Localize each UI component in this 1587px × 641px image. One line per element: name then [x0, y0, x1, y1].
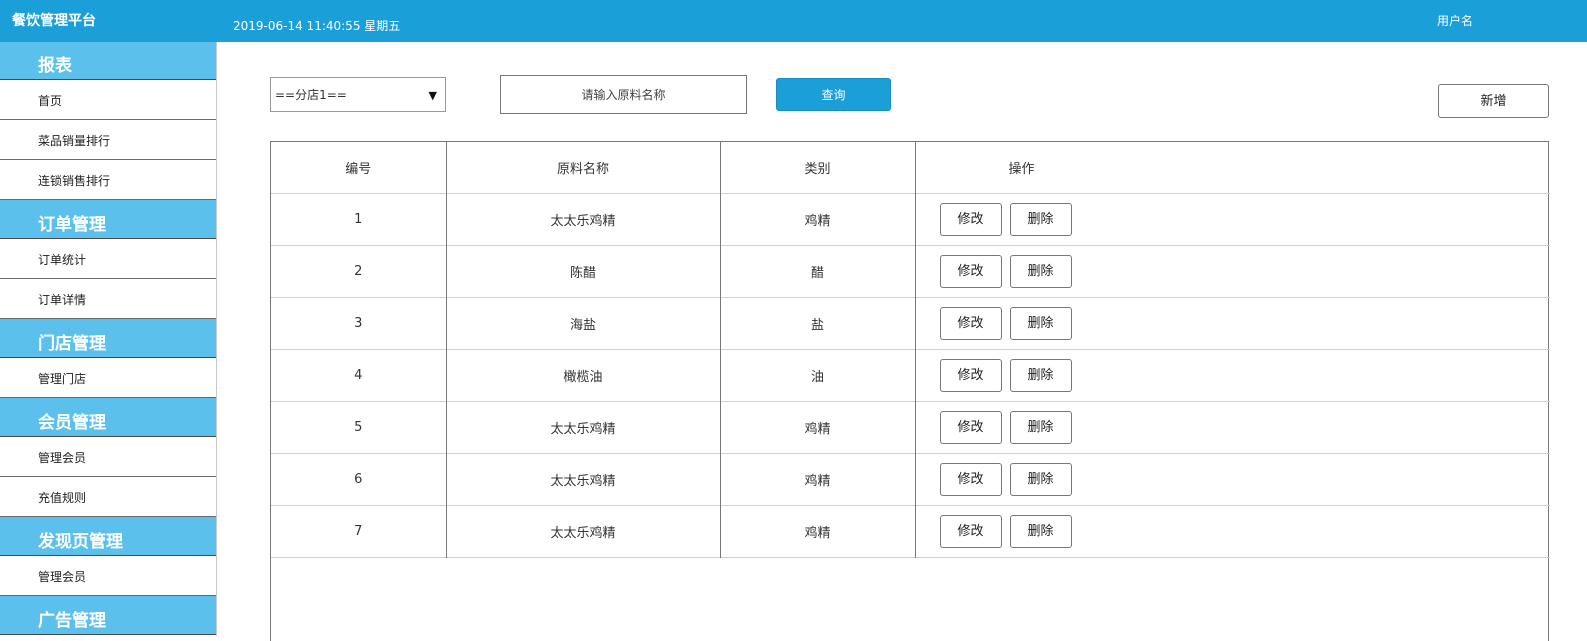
- sidebar-item-manage-members[interactable]: 管理会员: [0, 437, 216, 477]
- app-title: 餐饮管理平台: [12, 13, 96, 29]
- cell-actions: 修改 删除: [915, 349, 1550, 401]
- cell-actions: 修改 删除: [915, 193, 1550, 245]
- delete-button[interactable]: 删除: [1009, 358, 1072, 392]
- cell-name: 陈醋: [445, 245, 721, 297]
- cell-id: 2: [354, 263, 363, 279]
- cell-actions: 修改 删除: [915, 297, 1550, 349]
- table-row: 4 橄榄油油修改 删除: [271, 349, 1550, 401]
- cell-name: 太太乐鸡精: [445, 453, 721, 505]
- column-header-id: 编号: [345, 161, 372, 177]
- sidebar-section-reports: 报表: [0, 42, 216, 80]
- table-row: 3 海盐盐修改 删除: [271, 297, 1550, 349]
- delete-button[interactable]: 删除: [1009, 202, 1072, 236]
- ingredient-table: 编号 原料名称 类别 操作 1 太太乐鸡精 鸡精 修改 删除 2 陈醋醋修改 删除 3 海盐盐修改…: [270, 141, 1550, 641]
- query-button[interactable]: 查询: [776, 78, 891, 111]
- cell-name: 太太乐鸡精: [445, 401, 721, 453]
- table-row: 1 太太乐鸡精 鸡精 修改 删除: [271, 193, 1550, 245]
- sidebar-section-stores: 门店管理: [0, 319, 216, 358]
- edit-button[interactable]: 修改: [939, 410, 1002, 444]
- sidebar-item-dish-sales-rank[interactable]: 菜品销量排行: [0, 120, 216, 160]
- sidebar-item-discover-members[interactable]: 管理会员: [0, 556, 216, 596]
- cell-category: 鸡精: [720, 193, 916, 245]
- sidebar-item-home[interactable]: 首页: [0, 80, 216, 120]
- cell-category: 鸡精: [720, 453, 916, 505]
- cell-category: 鸡精: [720, 505, 916, 557]
- cell-category: 鸡精: [720, 401, 916, 453]
- column-header-actions-label: 操作: [1008, 161, 1035, 177]
- sidebar-section-members: 会员管理: [0, 398, 216, 437]
- cell-name: 太太乐鸡精: [445, 505, 721, 557]
- cell-actions: 修改 删除: [915, 505, 1550, 557]
- edit-button[interactable]: 修改: [939, 254, 1002, 288]
- sidebar-section-ads: 广告管理: [0, 596, 216, 635]
- username-link[interactable]: 用户名: [1437, 0, 1473, 42]
- delete-button[interactable]: 删除: [1009, 306, 1072, 340]
- sidebar-section-discover: 发现页管理: [0, 517, 216, 556]
- column-header-actions: 操作: [915, 142, 1550, 193]
- delete-button[interactable]: 删除: [1009, 410, 1072, 444]
- table-header-row: 编号 原料名称 类别 操作: [271, 142, 1550, 193]
- add-button[interactable]: 新增: [1438, 84, 1549, 118]
- edit-button[interactable]: 修改: [939, 514, 1002, 548]
- store-select[interactable]: ==分店1== ▼: [270, 77, 446, 112]
- ingredient-search-input[interactable]: 请输入原料名称: [500, 75, 747, 114]
- cell-category: 醋: [720, 245, 916, 297]
- cell-id: 4: [354, 367, 363, 383]
- table-row: 7 太太乐鸡精 鸡精 修改 删除: [271, 505, 1550, 557]
- cell-id: 7: [354, 523, 363, 539]
- table-row: 2 陈醋醋修改 删除: [271, 245, 1550, 297]
- cell-actions: 修改 删除: [915, 401, 1550, 453]
- sidebar-item-order-stats[interactable]: 订单统计: [0, 239, 216, 279]
- delete-button[interactable]: 删除: [1009, 514, 1072, 548]
- cell-name: 海盐: [445, 297, 721, 349]
- sidebar-item-chain-sales-rank[interactable]: 连锁销售排行: [0, 160, 216, 200]
- store-select-value: ==分店1==: [275, 88, 347, 102]
- cell-id: 3: [354, 315, 363, 331]
- cell-id: 1: [354, 211, 363, 227]
- top-header: 餐饮管理平台 2019-06-14 11:40:55 星期五 用户名: [0, 0, 1587, 42]
- cell-actions: 修改 删除: [915, 453, 1550, 505]
- cell-category: 油: [720, 349, 916, 401]
- cell-actions: 修改 删除: [915, 245, 1550, 297]
- table-row: 6 太太乐鸡精 鸡精 修改 删除: [271, 453, 1550, 505]
- sidebar-item-manage-stores[interactable]: 管理门店: [0, 358, 216, 398]
- sidebar: 报表 首页 菜品销量排行 连锁销售排行 订单管理 订单统计 订单详情 门店管理 …: [0, 42, 217, 636]
- column-header-category: 类别: [720, 142, 916, 193]
- dropdown-arrow-icon: ▼: [428, 89, 437, 102]
- delete-button[interactable]: 删除: [1009, 254, 1072, 288]
- edit-button[interactable]: 修改: [939, 358, 1002, 392]
- edit-button[interactable]: 修改: [939, 306, 1002, 340]
- table-row: 5 太太乐鸡精 鸡精 修改 删除: [271, 401, 1550, 453]
- sidebar-item-order-details[interactable]: 订单详情: [0, 279, 216, 319]
- delete-button[interactable]: 删除: [1009, 462, 1072, 496]
- column-header-name: 原料名称: [445, 142, 721, 193]
- main-content: ==分店1== ▼ 请输入原料名称 查询 新增 编号 原料名称 类别 操作 1 太…: [217, 42, 1587, 641]
- edit-button[interactable]: 修改: [939, 202, 1002, 236]
- cell-name: 橄榄油: [445, 349, 721, 401]
- edit-button[interactable]: 修改: [939, 462, 1002, 496]
- cell-id: 6: [354, 471, 363, 487]
- cell-id: 5: [354, 419, 363, 435]
- sidebar-section-orders: 订单管理: [0, 200, 216, 239]
- sidebar-item-recharge-rules[interactable]: 充值规则: [0, 477, 216, 517]
- cell-category: 盐: [720, 297, 916, 349]
- cell-name: 太太乐鸡精: [445, 193, 721, 245]
